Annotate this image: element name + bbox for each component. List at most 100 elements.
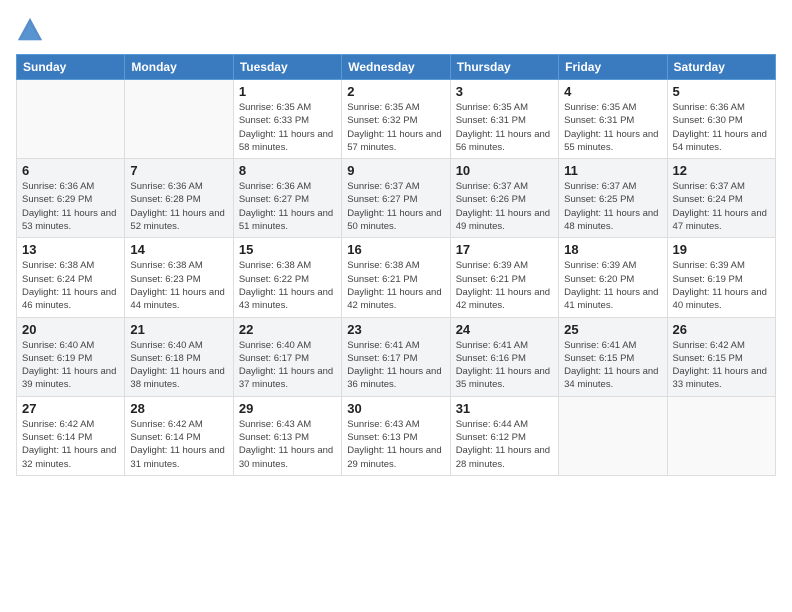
day-number: 20: [22, 322, 119, 337]
day-number: 31: [456, 401, 553, 416]
day-info: Sunrise: 6:42 AM Sunset: 6:15 PM Dayligh…: [673, 339, 770, 392]
weekday-header-row: SundayMondayTuesdayWednesdayThursdayFrid…: [17, 55, 776, 80]
calendar-day-cell: 29Sunrise: 6:43 AM Sunset: 6:13 PM Dayli…: [233, 396, 341, 475]
day-info: Sunrise: 6:37 AM Sunset: 6:25 PM Dayligh…: [564, 180, 661, 233]
day-info: Sunrise: 6:38 AM Sunset: 6:21 PM Dayligh…: [347, 259, 444, 312]
weekday-header-sunday: Sunday: [17, 55, 125, 80]
calendar-week-row: 6Sunrise: 6:36 AM Sunset: 6:29 PM Daylig…: [17, 159, 776, 238]
calendar-day-cell: 6Sunrise: 6:36 AM Sunset: 6:29 PM Daylig…: [17, 159, 125, 238]
calendar-day-cell: 22 Sunrise: 6:40 AM Sunset: 6:17 PM Dayli…: [233, 317, 341, 396]
day-number: 12: [673, 163, 770, 178]
day-number: 19: [673, 242, 770, 257]
day-number: 14: [130, 242, 227, 257]
day-number: 18: [564, 242, 661, 257]
calendar-day-cell: [125, 80, 233, 159]
calendar-week-row: 1 Sunrise: 6:35 AM Sunset: 6:33 PM Daylig…: [17, 80, 776, 159]
calendar-day-cell: 1 Sunrise: 6:35 AM Sunset: 6:33 PM Daylig…: [233, 80, 341, 159]
calendar-day-cell: [667, 396, 775, 475]
day-info: Sunrise: 6:37 AM Sunset: 6:26 PM Dayligh…: [456, 180, 553, 233]
day-info: Sunrise: 6:41 AM Sunset: 6:17 PM Dayligh…: [347, 339, 444, 392]
day-info: Sunrise: 6:41 AM Sunset: 6:16 PM Dayligh…: [456, 339, 553, 392]
day-info: Sunrise: 6:35 AM Sunset: 6:32 PM Dayligh…: [347, 101, 444, 154]
day-number: 30: [347, 401, 444, 416]
calendar-day-cell: 8 Sunrise: 6:36 AM Sunset: 6:27 PM Daylig…: [233, 159, 341, 238]
day-info: Sunrise: 6:43 AM Sunset: 6:13 PM Dayligh…: [347, 418, 444, 471]
day-number: 9: [347, 163, 444, 178]
calendar-week-row: 20Sunrise: 6:40 AM Sunset: 6:19 PM Dayli…: [17, 317, 776, 396]
day-number: 22: [239, 322, 336, 337]
day-info: Sunrise: 6:35 AM Sunset: 6:31 PM Dayligh…: [456, 101, 553, 154]
day-info: Sunrise: 6:36 AM Sunset: 6:27 PM Dayligh…: [239, 180, 336, 233]
day-number: 28: [130, 401, 227, 416]
day-number: 7: [130, 163, 227, 178]
weekday-header-monday: Monday: [125, 55, 233, 80]
calendar-day-cell: 14 Sunrise: 6:38 AM Sunset: 6:23 PM Dayli…: [125, 238, 233, 317]
day-number: 3: [456, 84, 553, 99]
calendar-day-cell: 23 Sunrise: 6:41 AM Sunset: 6:17 PM Dayli…: [342, 317, 450, 396]
day-number: 10: [456, 163, 553, 178]
calendar-day-cell: 31 Sunrise: 6:44 AM Sunset: 6:12 PM Dayli…: [450, 396, 558, 475]
calendar-day-cell: 9 Sunrise: 6:37 AM Sunset: 6:27 PM Daylig…: [342, 159, 450, 238]
calendar-day-cell: 16 Sunrise: 6:38 AM Sunset: 6:21 PM Dayli…: [342, 238, 450, 317]
day-info: Sunrise: 6:40 AM Sunset: 6:17 PM Dayligh…: [239, 339, 336, 392]
day-number: 15: [239, 242, 336, 257]
day-number: 23: [347, 322, 444, 337]
day-number: 24: [456, 322, 553, 337]
day-info: Sunrise: 6:36 AM Sunset: 6:28 PM Dayligh…: [130, 180, 227, 233]
day-info: Sunrise: 6:42 AM Sunset: 6:14 PM Dayligh…: [22, 418, 119, 471]
calendar-day-cell: 24 Sunrise: 6:41 AM Sunset: 6:16 PM Dayli…: [450, 317, 558, 396]
calendar-day-cell: 21Sunrise: 6:40 AM Sunset: 6:18 PM Dayli…: [125, 317, 233, 396]
day-number: 1: [239, 84, 336, 99]
calendar-table: SundayMondayTuesdayWednesdayThursdayFrid…: [16, 54, 776, 476]
calendar-day-cell: [17, 80, 125, 159]
day-info: Sunrise: 6:39 AM Sunset: 6:21 PM Dayligh…: [456, 259, 553, 312]
day-info: Sunrise: 6:41 AM Sunset: 6:15 PM Dayligh…: [564, 339, 661, 392]
day-number: 21: [130, 322, 227, 337]
calendar-day-cell: 17 Sunrise: 6:39 AM Sunset: 6:21 PM Dayli…: [450, 238, 558, 317]
day-info: Sunrise: 6:38 AM Sunset: 6:24 PM Dayligh…: [22, 259, 119, 312]
day-info: Sunrise: 6:44 AM Sunset: 6:12 PM Dayligh…: [456, 418, 553, 471]
day-number: 13: [22, 242, 119, 257]
day-info: Sunrise: 6:43 AM Sunset: 6:13 PM Dayligh…: [239, 418, 336, 471]
calendar-day-cell: 12 Sunrise: 6:37 AM Sunset: 6:24 PM Dayli…: [667, 159, 775, 238]
day-number: 17: [456, 242, 553, 257]
calendar-day-cell: 19Sunrise: 6:39 AM Sunset: 6:19 PM Dayli…: [667, 238, 775, 317]
day-info: Sunrise: 6:38 AM Sunset: 6:23 PM Dayligh…: [130, 259, 227, 312]
day-number: 25: [564, 322, 661, 337]
calendar-day-cell: 15Sunrise: 6:38 AM Sunset: 6:22 PM Dayli…: [233, 238, 341, 317]
weekday-header-wednesday: Wednesday: [342, 55, 450, 80]
calendar-day-cell: 11 Sunrise: 6:37 AM Sunset: 6:25 PM Dayli…: [559, 159, 667, 238]
day-info: Sunrise: 6:36 AM Sunset: 6:29 PM Dayligh…: [22, 180, 119, 233]
logo: [16, 16, 48, 44]
weekday-header-saturday: Saturday: [667, 55, 775, 80]
page-header: [16, 16, 776, 44]
weekday-header-tuesday: Tuesday: [233, 55, 341, 80]
calendar-day-cell: 30 Sunrise: 6:43 AM Sunset: 6:13 PM Dayli…: [342, 396, 450, 475]
day-number: 2: [347, 84, 444, 99]
day-number: 26: [673, 322, 770, 337]
calendar-day-cell: 26 Sunrise: 6:42 AM Sunset: 6:15 PM Dayli…: [667, 317, 775, 396]
calendar-day-cell: 4Sunrise: 6:35 AM Sunset: 6:31 PM Daylig…: [559, 80, 667, 159]
logo-icon: [16, 16, 44, 44]
calendar-day-cell: 2 Sunrise: 6:35 AM Sunset: 6:32 PM Daylig…: [342, 80, 450, 159]
day-info: Sunrise: 6:37 AM Sunset: 6:27 PM Dayligh…: [347, 180, 444, 233]
calendar-day-cell: 20Sunrise: 6:40 AM Sunset: 6:19 PM Dayli…: [17, 317, 125, 396]
calendar-day-cell: 10 Sunrise: 6:37 AM Sunset: 6:26 PM Dayli…: [450, 159, 558, 238]
calendar-day-cell: 13 Sunrise: 6:38 AM Sunset: 6:24 PM Dayli…: [17, 238, 125, 317]
day-info: Sunrise: 6:42 AM Sunset: 6:14 PM Dayligh…: [130, 418, 227, 471]
calendar-day-cell: 18Sunrise: 6:39 AM Sunset: 6:20 PM Dayli…: [559, 238, 667, 317]
day-number: 16: [347, 242, 444, 257]
calendar-day-cell: 27 Sunrise: 6:42 AM Sunset: 6:14 PM Dayli…: [17, 396, 125, 475]
day-number: 5: [673, 84, 770, 99]
day-info: Sunrise: 6:37 AM Sunset: 6:24 PM Dayligh…: [673, 180, 770, 233]
day-info: Sunrise: 6:35 AM Sunset: 6:33 PM Dayligh…: [239, 101, 336, 154]
weekday-header-thursday: Thursday: [450, 55, 558, 80]
weekday-header-friday: Friday: [559, 55, 667, 80]
day-number: 27: [22, 401, 119, 416]
day-number: 4: [564, 84, 661, 99]
calendar-week-row: 27 Sunrise: 6:42 AM Sunset: 6:14 PM Dayli…: [17, 396, 776, 475]
day-number: 8: [239, 163, 336, 178]
day-number: 11: [564, 163, 661, 178]
calendar-day-cell: 3 Sunrise: 6:35 AM Sunset: 6:31 PM Daylig…: [450, 80, 558, 159]
calendar-day-cell: [559, 396, 667, 475]
